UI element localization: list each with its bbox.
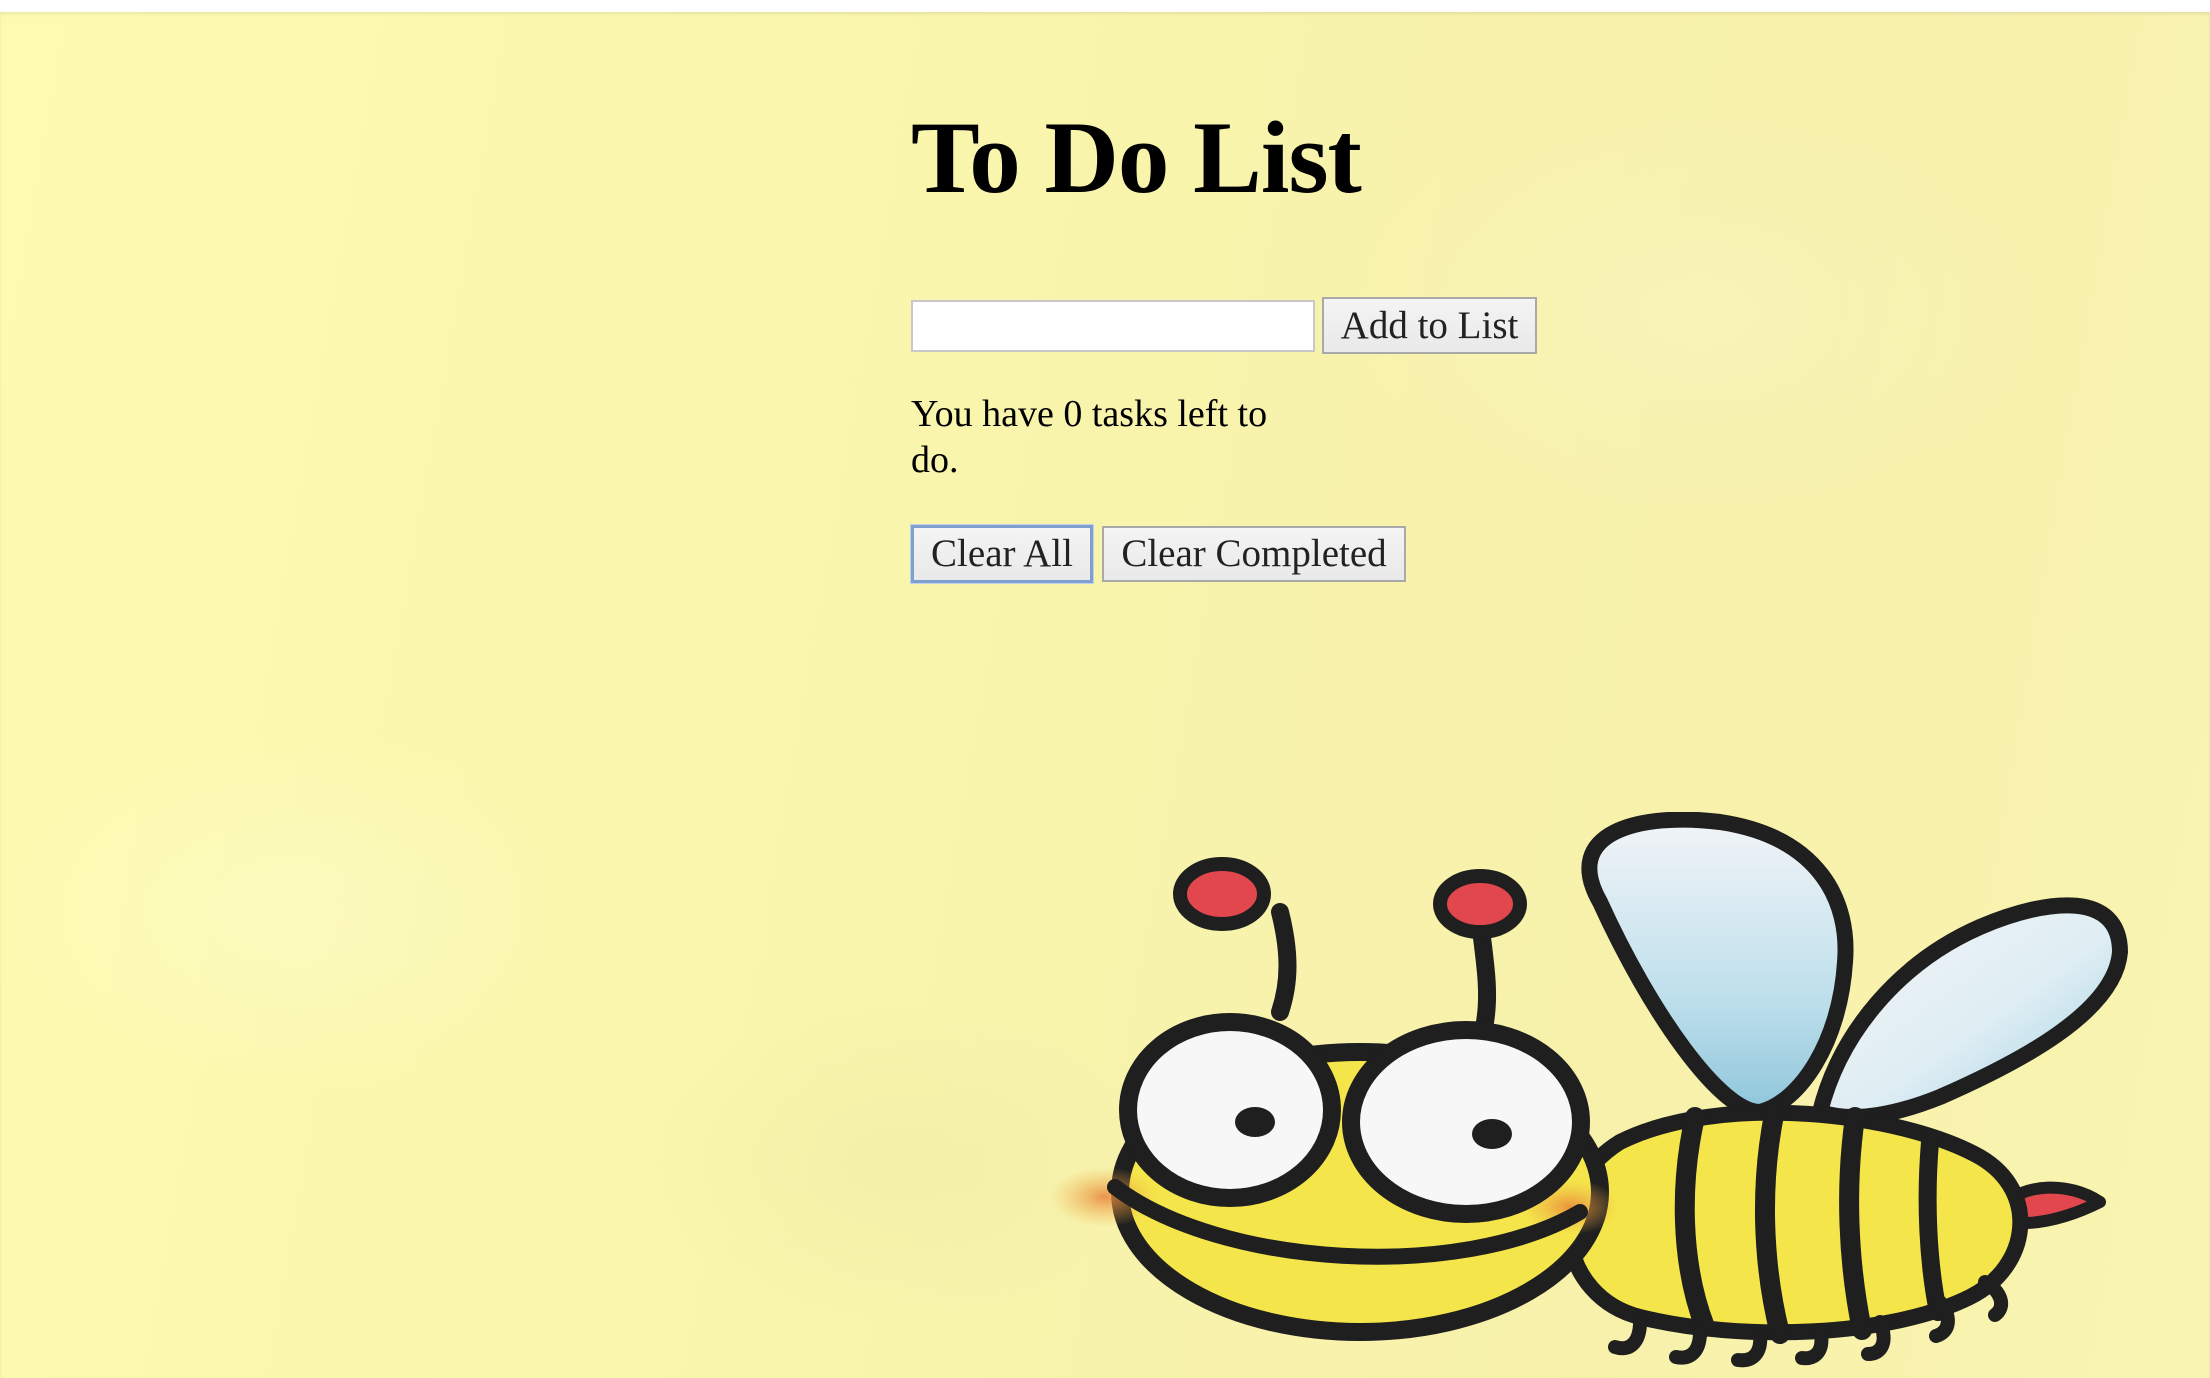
tasks-left-status: You have 0 tasks left to do. bbox=[911, 393, 1268, 481]
antenna-tips bbox=[1173, 857, 1527, 939]
clear-completed-button[interactable]: Clear Completed bbox=[1102, 526, 1406, 582]
page-title: To Do List bbox=[911, 101, 1362, 215]
sticky-note-background: To Do List Add to List You have 0 tasks … bbox=[0, 12, 2210, 1378]
bee-body bbox=[1561, 1100, 2029, 1344]
wing-back bbox=[1581, 812, 2128, 1125]
todo-app: To Do List Add to List You have 0 tasks … bbox=[911, 101, 1611, 583]
add-to-list-button[interactable]: Add to List bbox=[1322, 297, 1537, 354]
clear-actions: Clear All Clear Completed bbox=[911, 525, 1406, 583]
add-task-form: Add to List bbox=[911, 297, 1537, 354]
task-input[interactable] bbox=[911, 299, 1315, 352]
clear-all-button[interactable]: Clear All bbox=[911, 525, 1093, 583]
bee-illustration bbox=[1050, 812, 2128, 1368]
